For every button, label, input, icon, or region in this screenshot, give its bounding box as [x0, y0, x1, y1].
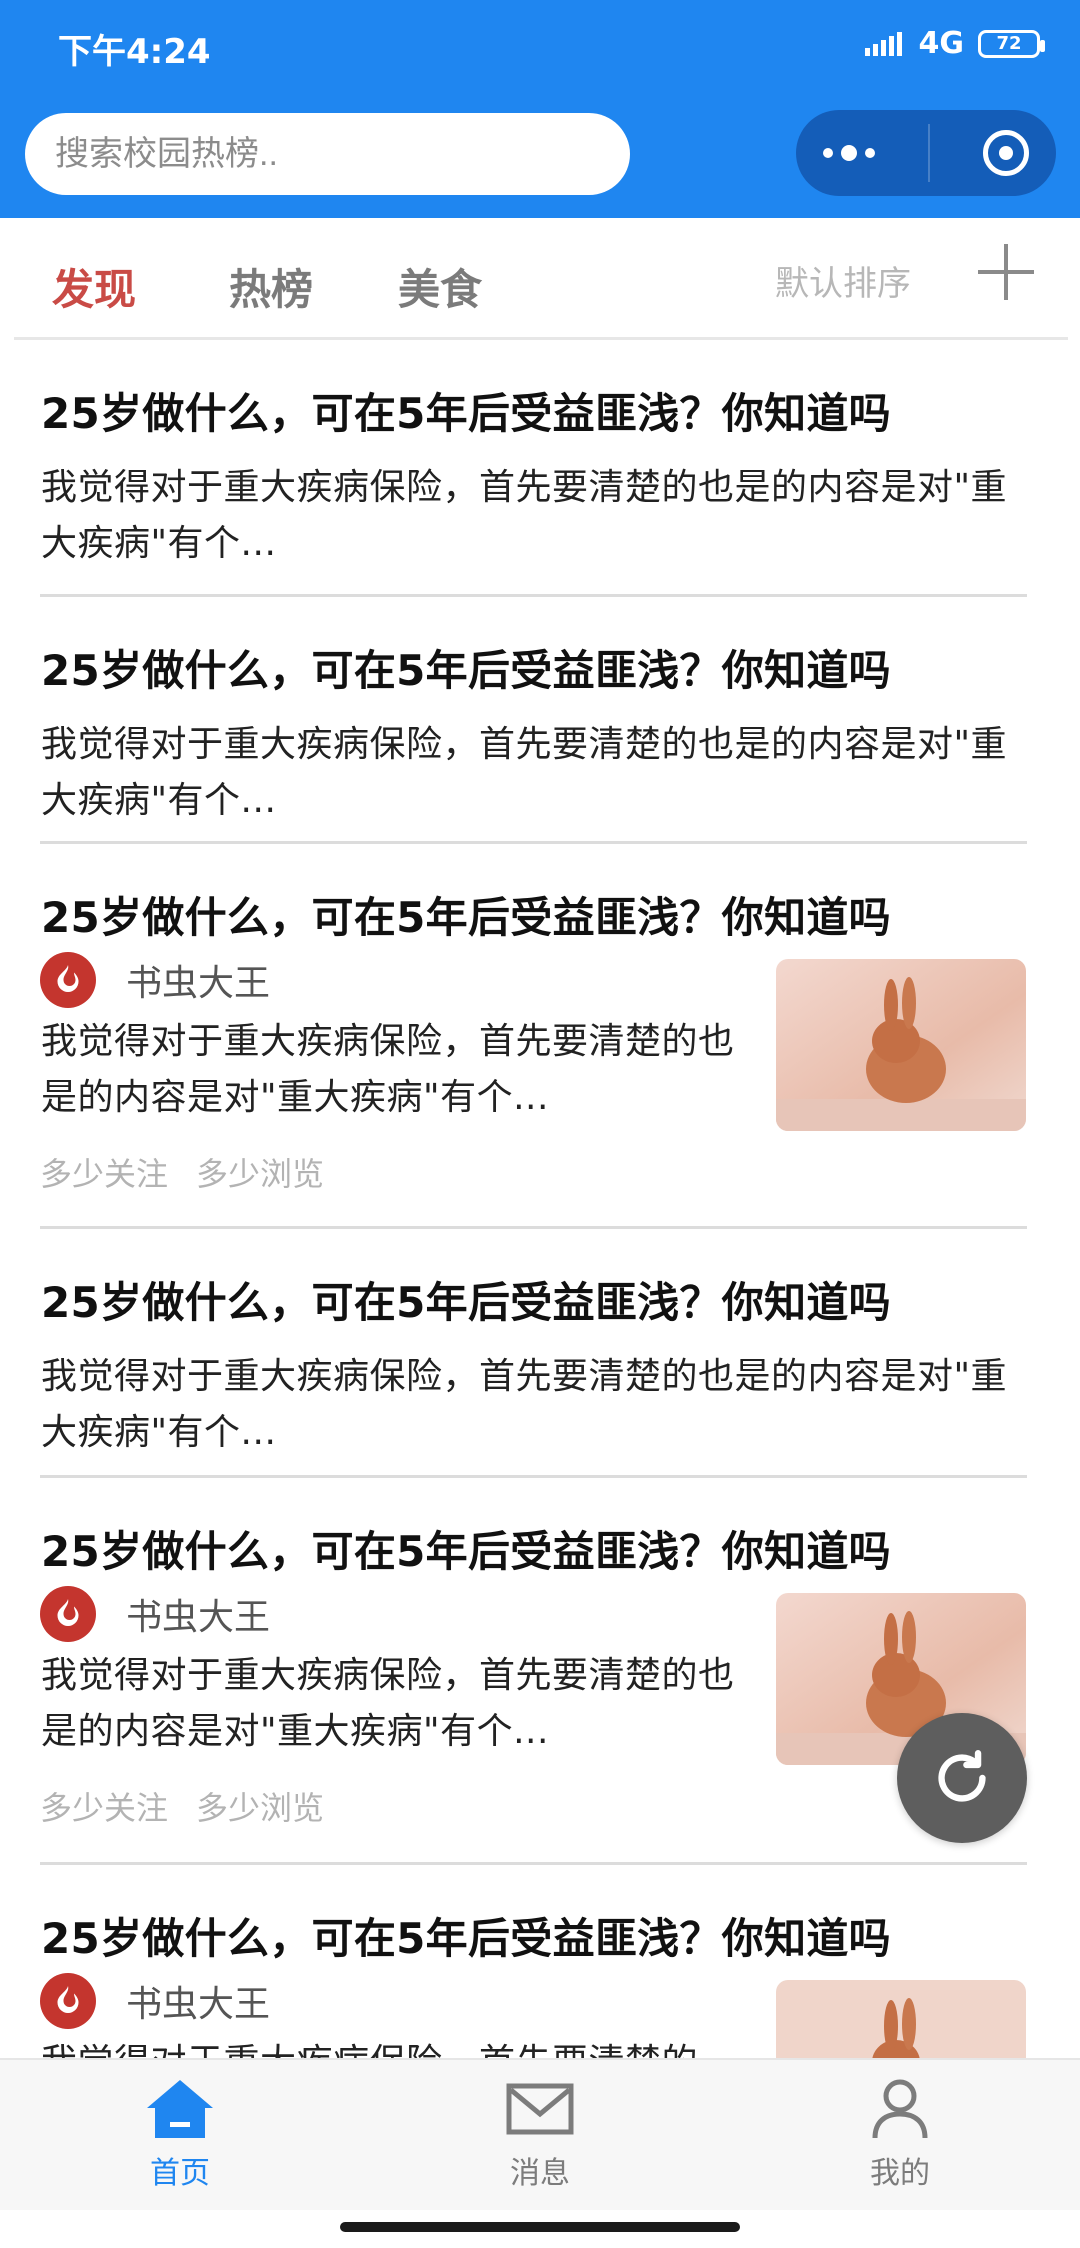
author-row: 书虫大王 — [40, 952, 270, 1008]
view-count: 多少浏览 — [196, 1789, 325, 1827]
item-excerpt: 我觉得对于重大疾病保险，首先要清楚的也是的内容是对"重大疾病"有个... — [41, 467, 1008, 564]
top-header: 下午4:24 4G 72 — [0, 0, 1080, 218]
feed-item[interactable]: 25岁做什么，可在5年后受益匪浅？你知道吗 书虫大王 我觉得对于重大疾病保险，首… — [40, 1478, 1027, 1865]
refresh-icon — [938, 1750, 986, 1802]
bottom-nav: 首页 消息 我的 — [0, 2058, 1080, 2210]
fire-icon — [40, 952, 96, 1008]
author-name[interactable]: 书虫大王 — [126, 1975, 270, 2027]
add-icon[interactable] — [978, 244, 1034, 300]
feed-item[interactable]: 25岁做什么，可在5年后受益匪浅？你知道吗 我觉得对于重大疾病保险，首先要清楚的… — [40, 340, 1027, 597]
view-count: 多少浏览 — [196, 1155, 325, 1193]
status-bar-right: 4G 72 — [864, 26, 1045, 61]
feed-item[interactable]: 25岁做什么，可在5年后受益匪浅？你知道吗 我觉得对于重大疾病保险，首先要清楚的… — [40, 597, 1027, 844]
item-excerpt: 我觉得对于重大疾病保险，首先要清楚的也是的内容是对"重大疾病"有个... — [41, 724, 1008, 821]
category-tabs: 发现 热榜 美食 — [0, 218, 1080, 338]
feed-item[interactable]: 25岁做什么，可在5年后受益匪浅？你知道吗 书虫大王 我觉得对于重大疾病保险，首… — [40, 844, 1027, 1229]
item-excerpt: 我觉得对于重大疾病保险，首先要清楚的也是的内容是对"重大疾病"有个... — [41, 1655, 735, 1752]
author-row: 书虫大王 — [40, 1586, 270, 1642]
home-indicator — [340, 2222, 740, 2232]
item-title: 25岁做什么，可在5年后受益匪浅？你知道吗 — [41, 646, 891, 695]
author-row: 书虫大王 — [40, 1973, 270, 2029]
item-excerpt: 我觉得对于重大疾病保险，首先要清楚的也是的内容是对"重大疾病"有个... — [41, 1021, 735, 1118]
search-input[interactable] — [53, 123, 597, 185]
more-icon[interactable] — [822, 145, 875, 161]
mail-icon — [506, 2083, 574, 2135]
nav-home-label: 首页 — [150, 2156, 210, 2191]
feed-item[interactable]: 25岁做什么，可在5年后受益匪浅？你知道吗 书虫大王 我觉得对于重大疾病保险，首… — [40, 1865, 1027, 2058]
home-icon — [147, 2080, 213, 2138]
signal-icon — [864, 31, 902, 56]
meta-row: 多少关注 多少浏览 — [40, 1149, 324, 1195]
search-box[interactable] — [25, 113, 630, 195]
status-time: 下午4:24 — [58, 32, 211, 72]
nav-home[interactable]: 首页 — [100, 2078, 260, 2192]
user-icon — [872, 2079, 928, 2139]
item-title: 25岁做什么，可在5年后受益匪浅？你知道吗 — [41, 1527, 891, 1576]
meta-row: 多少关注 多少浏览 — [40, 1783, 324, 1829]
tab-discover[interactable]: 发现 — [52, 256, 136, 317]
item-title: 25岁做什么，可在5年后受益匪浅？你知道吗 — [41, 1278, 891, 1327]
item-excerpt: 我觉得对于重大疾病保险，首先要清楚的 — [41, 2035, 741, 2058]
capsule-divider — [927, 124, 930, 182]
item-title: 25岁做什么，可在5年后受益匪浅？你知道吗 — [41, 389, 891, 438]
author-name[interactable]: 书虫大王 — [126, 954, 270, 1006]
follow-count: 多少关注 — [40, 1789, 169, 1827]
nav-profile[interactable]: 我的 — [820, 2078, 980, 2192]
refresh-button[interactable] — [897, 1713, 1027, 1843]
nav-messages[interactable]: 消息 — [460, 2078, 620, 2192]
nav-profile-label: 我的 — [870, 2156, 930, 2191]
fire-icon — [40, 1586, 96, 1642]
tab-food[interactable]: 美食 — [398, 256, 482, 317]
item-title: 25岁做什么，可在5年后受益匪浅？你知道吗 — [41, 1914, 891, 1963]
follow-count: 多少关注 — [40, 1155, 169, 1193]
battery-level: 72 — [996, 33, 1022, 54]
rabbit-thumbnail[interactable] — [776, 959, 1026, 1131]
sort-dropdown[interactable]: 默认排序 — [775, 256, 911, 305]
item-excerpt: 我觉得对于重大疾病保险，首先要清楚的也是的内容是对"重大疾病"有个... — [41, 1356, 1008, 1453]
author-name[interactable]: 书虫大王 — [126, 1588, 270, 1640]
battery-icon: 72 — [978, 29, 1045, 58]
feed-item[interactable]: 25岁做什么，可在5年后受益匪浅？你知道吗 我觉得对于重大疾病保险，首先要清楚的… — [40, 1229, 1027, 1478]
item-title: 25岁做什么，可在5年后受益匪浅？你知道吗 — [41, 893, 891, 942]
rabbit-thumbnail[interactable] — [776, 1980, 1026, 2058]
close-target-icon[interactable] — [983, 130, 1030, 176]
miniprogram-capsule — [796, 110, 1056, 196]
fire-icon — [40, 1973, 96, 2029]
tab-hot[interactable]: 热榜 — [229, 256, 313, 317]
network-label: 4G — [918, 26, 965, 61]
nav-messages-label: 消息 — [510, 2156, 570, 2191]
